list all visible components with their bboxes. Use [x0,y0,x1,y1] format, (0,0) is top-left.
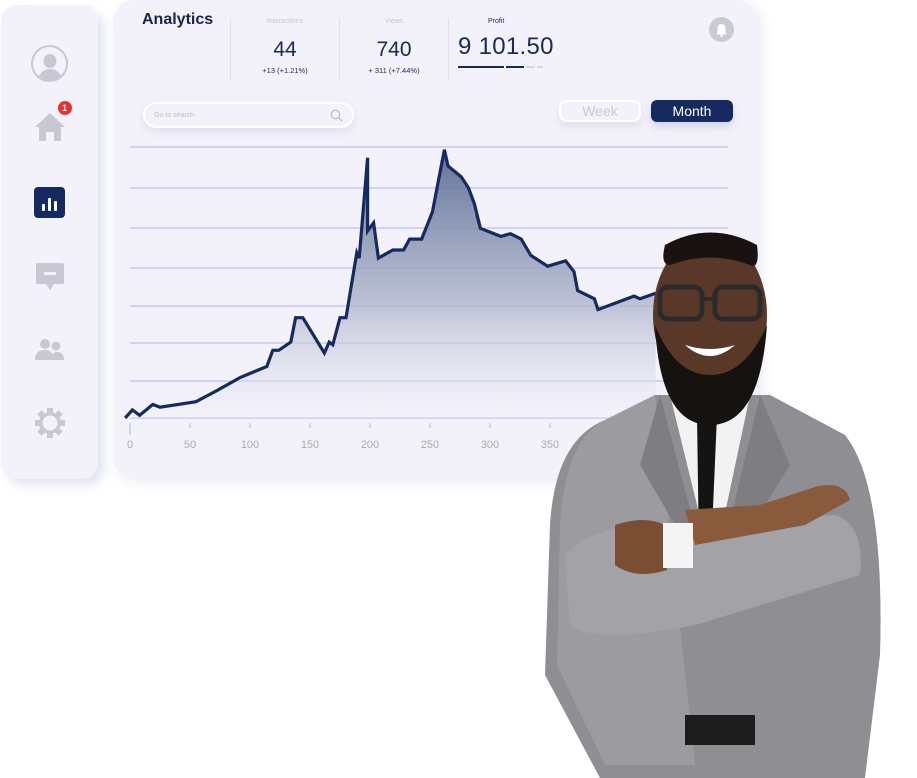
sidebar-item-messages[interactable] [30,257,70,297]
stat-interactions: Interactions 44 +13 (+1.21%) [231,18,339,75]
search-input[interactable] [154,111,330,119]
page-title: Analytics [142,11,214,28]
sidebar-item-home[interactable]: 1 [30,101,72,147]
divider [448,18,449,80]
profit-label: Profit [488,18,505,25]
sidebar-item-users[interactable] [30,330,70,370]
profit-progress [458,66,554,68]
search-field[interactable] [143,102,354,128]
stat-label: Interactions [266,18,304,25]
week-toggle-button[interactable]: Week [559,100,641,122]
notification-badge: 1 [57,101,72,115]
stat-label: Views [384,18,404,25]
notification-button[interactable] [709,17,734,42]
home-icon [34,113,65,141]
sidebar-item-settings[interactable] [30,403,70,443]
bell-icon [716,23,727,37]
stat-delta: + 311 (+7.44%) [368,66,420,75]
sidebar-item-analytics[interactable] [30,182,70,222]
bar-chart-icon [34,186,65,218]
users-icon [34,339,64,360]
stat-profit: Profit 9 101.50 [458,18,554,68]
stat-value: 740 [376,38,412,61]
month-toggle-button[interactable]: Month [651,100,733,122]
stat-delta: +13 (+1.21%) [262,66,308,75]
stat-value: 44 [273,38,297,61]
analytics-card: Analytics Interactions 44 +13 (+1.21%) V… [113,0,758,478]
gear-icon [34,408,65,438]
sidebar-item-profile[interactable] [30,43,70,83]
search-icon[interactable] [330,109,343,122]
user-avatar-icon [31,44,68,82]
sidebar: 1 [1,5,98,479]
message-icon [35,263,64,290]
profit-value: 9 101.50 [458,33,554,60]
stat-views: Views 740 + 311 (+7.44%) [340,18,448,75]
